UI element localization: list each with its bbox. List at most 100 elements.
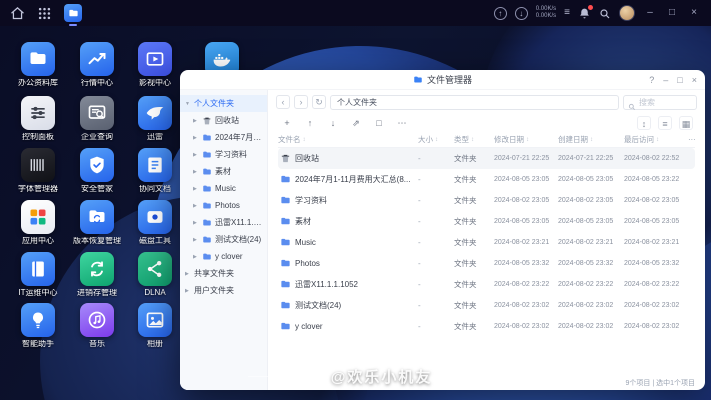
desktop-icon-version-restore[interactable]: 版本恢复管理 bbox=[72, 200, 122, 246]
sidebar-item-folder[interactable]: ▶ 2024年7月1-11月费用(8N bbox=[180, 129, 267, 146]
chevron-right-icon: ▶ bbox=[193, 151, 197, 158]
help-icon[interactable]: ? bbox=[649, 75, 654, 85]
new-folder-button[interactable]: + bbox=[280, 116, 294, 130]
shield-check-icon bbox=[80, 148, 114, 182]
chevron-right-icon: ▶ bbox=[193, 117, 197, 124]
column-header-name[interactable]: 文件名 ↕ bbox=[278, 134, 418, 145]
back-button[interactable]: ‹ bbox=[276, 95, 290, 109]
task-list-icon[interactable]: ≡ bbox=[564, 8, 570, 18]
column-header-modified[interactable]: 修改日期 ↕ bbox=[494, 134, 558, 145]
sidebar-item-folder[interactable]: ▶ 迅雷X11.1.1.1052 bbox=[180, 214, 267, 231]
upload-speed-icon[interactable]: ↑ bbox=[493, 6, 507, 20]
desktop-icon-gallery[interactable]: 相册 bbox=[130, 303, 180, 349]
maximize-button[interactable]: □ bbox=[677, 75, 682, 85]
sidebar-section-user[interactable]: ▶ 用户文件夹 bbox=[180, 282, 267, 299]
table-row[interactable]: 测试文档(24) - 文件夹 2024-08-02 23:02 2024-08-… bbox=[278, 295, 695, 316]
desktop-icon-control-panel[interactable]: 控制面板 bbox=[13, 96, 63, 142]
barcode-icon bbox=[21, 148, 55, 182]
folder-icon bbox=[280, 174, 291, 185]
folder-icon bbox=[21, 42, 55, 76]
download-speed-icon[interactable]: ↓ bbox=[514, 6, 528, 20]
desktop-icon-dlna[interactable]: DLNA bbox=[130, 252, 180, 298]
sidebar: ▼ 个人文件夹 ▶ 回收站 ▶ 2024年7月1-11月费用(8N ▶ bbox=[180, 90, 268, 390]
window-titlebar[interactable]: 文件管理器 ? – □ × bbox=[180, 70, 705, 90]
upload-button[interactable]: ↑ bbox=[303, 116, 317, 130]
desktop-icon-app-center[interactable]: 应用中心 bbox=[13, 200, 63, 246]
table-row[interactable]: y clover - 文件夹 2024-08-02 23:02 2024-08-… bbox=[278, 316, 695, 337]
network-speed-readout: 0.00K/s 0.00K/s bbox=[536, 6, 556, 21]
sidebar-item-folder[interactable]: ▶ y clover bbox=[180, 248, 267, 265]
sidebar-item-recycle-bin[interactable]: ▶ 回收站 bbox=[180, 112, 267, 129]
chevron-right-icon: ▶ bbox=[193, 168, 197, 175]
app-grid-icon bbox=[21, 200, 55, 234]
window-body: ▼ 个人文件夹 ▶ 回收站 ▶ 2024年7月1-11月费用(8N ▶ bbox=[180, 90, 705, 390]
table-row[interactable]: 素材 - 文件夹 2024-08-05 23:05 2024-08-05 23:… bbox=[278, 211, 695, 232]
folder-icon bbox=[202, 150, 212, 160]
table-row[interactable]: 迅雷X11.1.1.1052 - 文件夹 2024-08-02 23:22 20… bbox=[278, 274, 695, 295]
desktop-icon-smart-assistant[interactable]: 智能助手 bbox=[13, 303, 63, 349]
refresh-button[interactable]: ↻ bbox=[312, 95, 326, 109]
grid-view-button[interactable]: ▦ bbox=[679, 116, 693, 130]
desktop-icon-disk-tool[interactable]: 磁盘工具 bbox=[130, 200, 180, 246]
sidebar-section-personal[interactable]: ▼ 个人文件夹 bbox=[180, 95, 267, 112]
folder-icon bbox=[202, 218, 212, 228]
sidebar-item-folder[interactable]: ▶ 测试文档(24) bbox=[180, 231, 267, 248]
desktop-icon-it-ops[interactable]: IT运维中心 bbox=[13, 252, 63, 298]
desktop-icon-market-center[interactable]: 行情中心 bbox=[72, 42, 122, 88]
notification-bell-icon[interactable] bbox=[578, 4, 593, 20]
more-actions-button[interactable]: ⋯ bbox=[395, 116, 409, 130]
folder-icon bbox=[202, 133, 212, 143]
running-app-file-manager[interactable] bbox=[64, 4, 82, 26]
folder-icon bbox=[202, 235, 212, 245]
table-row[interactable]: Photos - 文件夹 2024-08-05 23:32 2024-08-05… bbox=[278, 253, 695, 274]
desktop-icon-music[interactable]: 音乐 bbox=[72, 303, 122, 349]
column-header-accessed[interactable]: 最后访问 ↕ bbox=[624, 134, 688, 145]
column-header-created[interactable]: 创建日期 ↕ bbox=[558, 134, 624, 145]
share-button[interactable]: ⇗ bbox=[349, 116, 363, 130]
copy-button[interactable]: □ bbox=[372, 116, 386, 130]
address-bar[interactable]: 个人文件夹 bbox=[330, 94, 619, 110]
home-icon[interactable] bbox=[10, 6, 25, 21]
forward-button[interactable]: › bbox=[294, 95, 308, 109]
sort-button[interactable]: ↕ bbox=[637, 116, 651, 130]
column-options-icon[interactable]: ⋯ bbox=[688, 135, 696, 144]
table-header: 文件名 ↕ 大小 ↕ 类型 ↕ 修改日期 ↕ 创建日期 ↕ 最后访问 ↕ ⋯ bbox=[278, 132, 696, 148]
list-view-button[interactable]: ≡ bbox=[658, 116, 672, 130]
column-header-type[interactable]: 类型 ↕ bbox=[454, 134, 494, 145]
desktop-icon-inventory[interactable]: 进销存管理 bbox=[72, 252, 122, 298]
sidebar-item-folder[interactable]: ▶ Photos bbox=[180, 197, 267, 214]
table-row[interactable]: Music - 文件夹 2024-08-02 23:21 2024-08-02 … bbox=[278, 232, 695, 253]
folder-icon bbox=[280, 300, 291, 311]
column-header-size[interactable]: 大小 ↕ bbox=[418, 134, 454, 145]
table-row[interactable]: 2024年7月1-11月费用大汇总(8... - 文件夹 2024-08-05 … bbox=[278, 169, 695, 190]
search-box[interactable] bbox=[623, 94, 697, 110]
desktop-icon-video-center[interactable]: 影视中心 bbox=[130, 42, 180, 88]
table-row[interactable]: 回收站 - 文件夹 2024-07-21 22:25 2024-07-21 22… bbox=[278, 148, 695, 169]
table-row[interactable]: 学习资料 - 文件夹 2024-08-02 23:05 2024-08-02 2… bbox=[278, 190, 695, 211]
desktop-icon-security-guard[interactable]: 安全管家 bbox=[72, 148, 122, 194]
minimize-button[interactable]: – bbox=[663, 75, 668, 85]
client-maximize-button[interactable]: □ bbox=[665, 0, 679, 26]
desktop-icon-font-manager[interactable]: 字体管理器 bbox=[13, 148, 63, 194]
document-search-icon bbox=[80, 96, 114, 130]
user-avatar[interactable] bbox=[619, 5, 635, 21]
chevron-right-icon: ▶ bbox=[193, 202, 197, 209]
sidebar-item-folder[interactable]: ▶ 素材 bbox=[180, 163, 267, 180]
app-launcher-icon[interactable] bbox=[37, 6, 52, 21]
desktop-icon-enterprise-search[interactable]: 企业查询 bbox=[72, 96, 122, 142]
sidebar-section-shared[interactable]: ▶ 共享文件夹 bbox=[180, 265, 267, 282]
client-minimize-button[interactable]: – bbox=[643, 0, 657, 26]
sidebar-item-folder[interactable]: ▶ Music bbox=[180, 180, 267, 197]
close-button[interactable]: × bbox=[692, 75, 697, 85]
client-close-button[interactable]: × bbox=[687, 0, 701, 26]
desktop-icon-office-library[interactable]: 办公资料库 bbox=[13, 42, 63, 88]
folder-icon bbox=[280, 195, 291, 206]
download-button[interactable]: ↓ bbox=[326, 116, 340, 130]
search-icon[interactable] bbox=[599, 7, 611, 19]
desktop-icon-thunder[interactable]: 迅雷 bbox=[130, 96, 180, 142]
sort-icon: ↕ bbox=[656, 136, 659, 143]
desktop-icon-collab-docs[interactable]: 协同文档 bbox=[130, 148, 180, 194]
sidebar-item-folder[interactable]: ▶ 学习资料 bbox=[180, 146, 267, 163]
sort-icon: ↕ bbox=[526, 136, 529, 143]
search-input[interactable] bbox=[639, 97, 692, 107]
